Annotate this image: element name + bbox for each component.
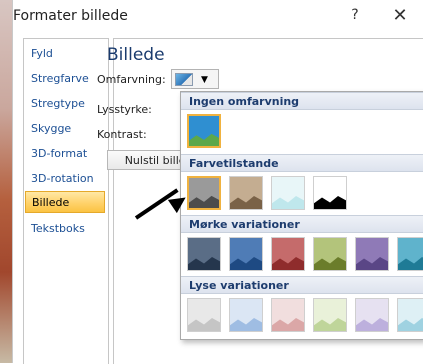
swatch-ground xyxy=(314,196,346,209)
swatch-ground xyxy=(230,257,262,270)
swatch-ground xyxy=(188,318,220,331)
swatch-ground xyxy=(230,318,262,331)
section-title: Billede xyxy=(107,45,165,65)
title-bar: Formater billede ? ✕ xyxy=(13,0,423,36)
swatch-ground xyxy=(356,257,388,270)
contrast-label: Kontrast: xyxy=(97,128,147,141)
light-variation-swatch[interactable] xyxy=(313,298,347,332)
swatch-ground xyxy=(398,257,423,270)
swatch-ground xyxy=(189,195,219,208)
sidebar-item-billede[interactable]: Billede xyxy=(25,191,105,213)
recolor-label: Omfarvning: xyxy=(97,73,166,86)
chevron-down-icon: ▼ xyxy=(201,75,208,85)
light-variation-swatch[interactable] xyxy=(397,298,423,332)
recolor-gallery: Ingen omfarvning Farvetilstande Mørke va… xyxy=(180,91,423,340)
dark-variation-swatch[interactable] xyxy=(397,237,423,271)
swatch-ground xyxy=(314,318,346,331)
background-document-strip xyxy=(0,0,12,363)
sidebar-item-stregfarve[interactable]: Stregfarve xyxy=(25,68,105,90)
swatch-no-recolor[interactable] xyxy=(187,114,221,148)
swatch-ground xyxy=(230,196,262,209)
swatch-ground xyxy=(356,318,388,331)
light-variation-swatch[interactable] xyxy=(229,298,263,332)
header-color-modes: Farvetilstande xyxy=(181,154,423,172)
sidebar-item-skygge[interactable]: Skygge xyxy=(25,118,105,140)
dark-variation-swatch[interactable] xyxy=(271,237,305,271)
dark-variation-swatch[interactable] xyxy=(313,237,347,271)
light-variation-swatch[interactable] xyxy=(355,298,389,332)
dark-variation-swatch[interactable] xyxy=(229,237,263,271)
sidebar-item-3d-format[interactable]: 3D-format xyxy=(25,143,105,165)
swatch-ground xyxy=(188,257,220,270)
swatch-ground xyxy=(398,318,423,331)
light-variation-swatch[interactable] xyxy=(187,298,221,332)
recolor-dropdown-button[interactable]: ▼ xyxy=(171,69,219,89)
sidebar-item-3d-rotation[interactable]: 3D-rotation xyxy=(25,168,105,190)
sidebar-item-tekstboks[interactable]: Tekstboks xyxy=(25,218,105,240)
help-button[interactable]: ? xyxy=(345,7,365,23)
sidebar-item-fyld[interactable]: Fyld xyxy=(25,43,105,65)
brightness-label: Lysstyrke: xyxy=(97,103,152,116)
dark-variation-swatch[interactable] xyxy=(187,237,221,271)
swatch-ground xyxy=(189,133,219,146)
sidebar-item-stregtype[interactable]: Stregtype xyxy=(25,93,105,115)
color-mode-swatch[interactable] xyxy=(313,176,347,210)
header-dark-variations: Mørke variationer xyxy=(181,215,423,233)
close-button[interactable]: ✕ xyxy=(389,5,411,26)
light-variation-swatch[interactable] xyxy=(271,298,305,332)
category-sidebar: Fyld Stregfarve Stregtype Skygge 3D-form… xyxy=(23,38,109,364)
swatch-ground xyxy=(314,257,346,270)
color-mode-swatch[interactable] xyxy=(271,176,305,210)
recolor-picture-icon xyxy=(175,73,193,86)
header-light-variations: Lyse variationer xyxy=(181,276,423,294)
swatch-ground xyxy=(272,318,304,331)
color-mode-swatch[interactable] xyxy=(187,176,221,210)
header-no-recolor: Ingen omfarvning xyxy=(181,92,423,110)
dark-variation-swatch[interactable] xyxy=(355,237,389,271)
swatch-ground xyxy=(272,196,304,209)
dialog-title: Formater billede xyxy=(13,8,128,24)
color-mode-swatch[interactable] xyxy=(229,176,263,210)
swatch-ground xyxy=(272,257,304,270)
